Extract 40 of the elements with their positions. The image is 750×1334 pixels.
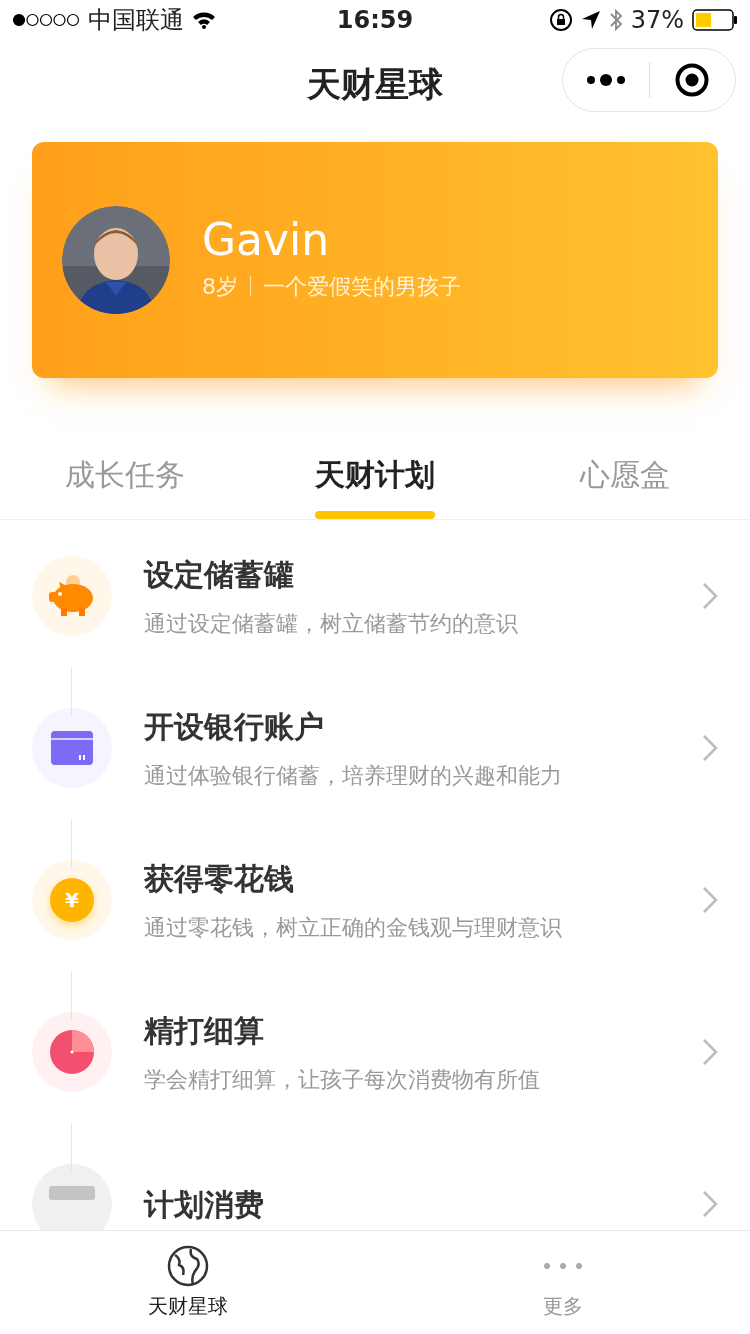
plan-title: 计划消费 bbox=[144, 1185, 265, 1224]
battery-percent: 37% bbox=[630, 5, 684, 36]
chevron-right-icon bbox=[702, 734, 718, 762]
plan-title: 设定储蓄罐 bbox=[144, 556, 295, 594]
profile-bio: 一个爱假笑的男孩子 bbox=[263, 272, 461, 301]
profile-age: 8岁 bbox=[202, 272, 238, 301]
plan-item[interactable]: ¥ 获得零花钱 通过零花钱，树立正确的金钱观与理财意识 bbox=[0, 824, 750, 976]
plan-description: 通过体验银行储蓄，培养理财的兴趣和能力 bbox=[144, 762, 563, 790]
target-icon bbox=[675, 63, 710, 97]
globe-icon bbox=[166, 1244, 209, 1287]
more-dots-icon bbox=[542, 1262, 583, 1269]
plan-description: 学会精打细算，让孩子每次消费物有所值 bbox=[144, 1066, 541, 1094]
plan-description: 通过设定储蓄罐，树立储蓄节约的意识 bbox=[144, 610, 519, 638]
tab-bar-item[interactable]: 天财星球 bbox=[0, 1231, 375, 1334]
tab[interactable]: 天财计划 bbox=[250, 430, 500, 519]
more-icon bbox=[585, 73, 626, 87]
plan-title: 获得零花钱 bbox=[144, 860, 295, 898]
page-title: 天财星球 bbox=[307, 62, 443, 106]
wifi-icon bbox=[192, 11, 216, 29]
plan-item[interactable]: 精打细算 学会精打细算，让孩子每次消费物有所值 bbox=[0, 976, 750, 1128]
bluetooth-icon bbox=[608, 8, 623, 32]
chevron-right-icon bbox=[702, 1190, 718, 1218]
plan-title: 开设银行账户 bbox=[144, 708, 325, 746]
bank-card-icon bbox=[51, 731, 93, 765]
pie-clock-icon bbox=[50, 1030, 94, 1074]
rotation-lock-icon bbox=[548, 8, 573, 32]
signal-icon bbox=[12, 13, 80, 27]
plan-title: 精打细算 bbox=[144, 1012, 265, 1050]
plan-item[interactable]: 开设银行账户 通过体验银行储蓄，培养理财的兴趣和能力 bbox=[0, 672, 750, 824]
location-arrow-icon bbox=[580, 10, 601, 30]
coin-icon: ¥ bbox=[50, 878, 94, 922]
chevron-right-icon bbox=[702, 886, 718, 914]
plan-description: 通过零花钱，树立正确的金钱观与理财意识 bbox=[144, 914, 563, 942]
clock-time: 16:59 bbox=[336, 5, 414, 36]
carrier-name: 中国联通 bbox=[88, 5, 184, 36]
chevron-right-icon bbox=[702, 1038, 718, 1066]
profile-name: Gavin bbox=[202, 217, 331, 262]
plan-item[interactable]: 设定储蓄罐 通过设定储蓄罐，树立储蓄节约的意识 bbox=[0, 520, 750, 672]
chevron-right-icon bbox=[702, 582, 718, 610]
battery-icon bbox=[692, 9, 738, 31]
